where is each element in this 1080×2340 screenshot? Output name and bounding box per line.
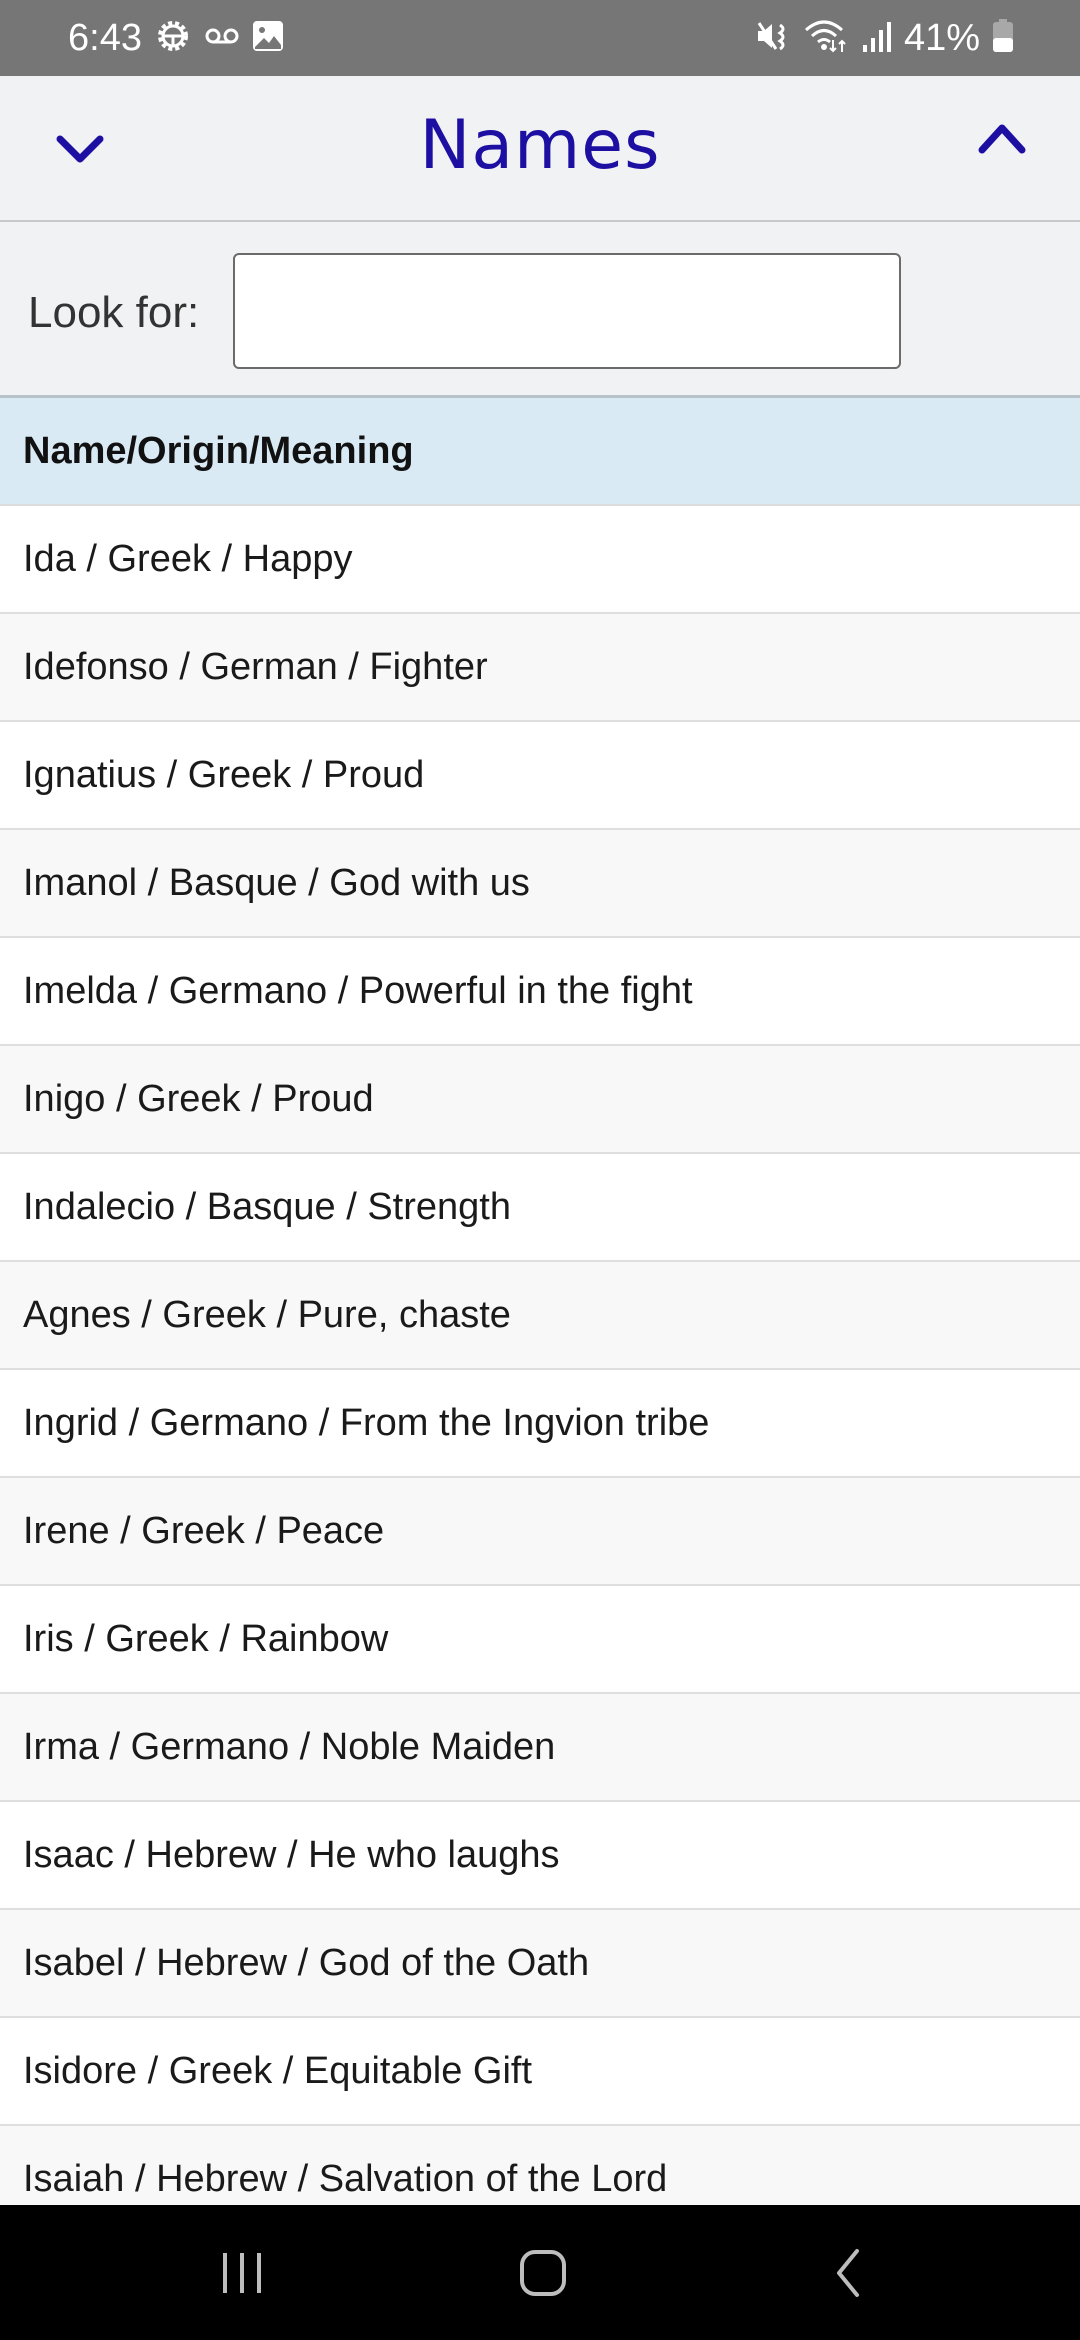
chevron-up-icon <box>976 122 1028 161</box>
search-input[interactable] <box>233 253 901 369</box>
back-button[interactable] <box>803 2235 893 2315</box>
table-body: Ida / Greek / Happy Idefonso / German / … <box>0 506 1080 2234</box>
status-time: 6:43 <box>68 16 142 59</box>
recent-apps-icon <box>217 2250 267 2301</box>
table-row[interactable]: Irene / Greek / Peace <box>0 1478 1080 1586</box>
page-title: Names <box>419 106 661 185</box>
status-bar-left: 6:43 <box>68 0 284 76</box>
battery-percent: 41% <box>903 16 980 59</box>
table-row[interactable]: Imanol / Basque / God with us <box>0 830 1080 938</box>
battery-icon <box>992 18 1014 58</box>
table-header: Name/Origin/Meaning <box>0 398 1080 506</box>
wifi-data-icon <box>804 18 850 59</box>
table-row[interactable]: Isabel / Hebrew / God of the Oath <box>0 1910 1080 2018</box>
gallery-icon <box>252 20 284 57</box>
table-row[interactable]: Idefonso / German / Fighter <box>0 614 1080 722</box>
table-row[interactable]: Ingrid / Germano / From the Ingvion trib… <box>0 1370 1080 1478</box>
status-bar-right: 41% <box>756 0 1014 76</box>
app-header: Names <box>0 76 1080 222</box>
names-table: Name/Origin/Meaning Ida / Greek / Happy … <box>0 398 1080 2234</box>
search-label: Look for: <box>28 288 200 337</box>
table-row[interactable]: Irma / Germano / Noble Maiden <box>0 1694 1080 1802</box>
table-row[interactable]: Isaac / Hebrew / He who laughs <box>0 1802 1080 1910</box>
status-bar: 6:43 41% <box>0 0 1080 76</box>
table-row[interactable]: Agnes / Greek / Pure, chaste <box>0 1262 1080 1370</box>
back-icon <box>833 2248 863 2303</box>
signal-icon <box>862 19 892 58</box>
scroll-up-button[interactable] <box>962 106 1042 176</box>
table-row[interactable]: Ida / Greek / Happy <box>0 506 1080 614</box>
table-row[interactable]: Iris / Greek / Rainbow <box>0 1586 1080 1694</box>
table-row[interactable]: Imelda / Germano / Powerful in the fight <box>0 938 1080 1046</box>
home-icon <box>519 2249 567 2302</box>
android-gear-icon <box>154 17 192 60</box>
search-bar: Look for: <box>0 222 1080 398</box>
table-row[interactable]: Ignatius / Greek / Proud <box>0 722 1080 830</box>
voicemail-icon <box>204 26 240 51</box>
table-row[interactable]: Isidore / Greek / Equitable Gift <box>0 2018 1080 2126</box>
home-button[interactable] <box>498 2235 588 2315</box>
mute-vibrate-icon <box>756 19 792 58</box>
recent-apps-button[interactable] <box>197 2235 287 2315</box>
table-row[interactable]: Inigo / Greek / Proud <box>0 1046 1080 1154</box>
system-nav-bar <box>0 2205 1080 2340</box>
table-row[interactable]: Indalecio / Basque / Strength <box>0 1154 1080 1262</box>
